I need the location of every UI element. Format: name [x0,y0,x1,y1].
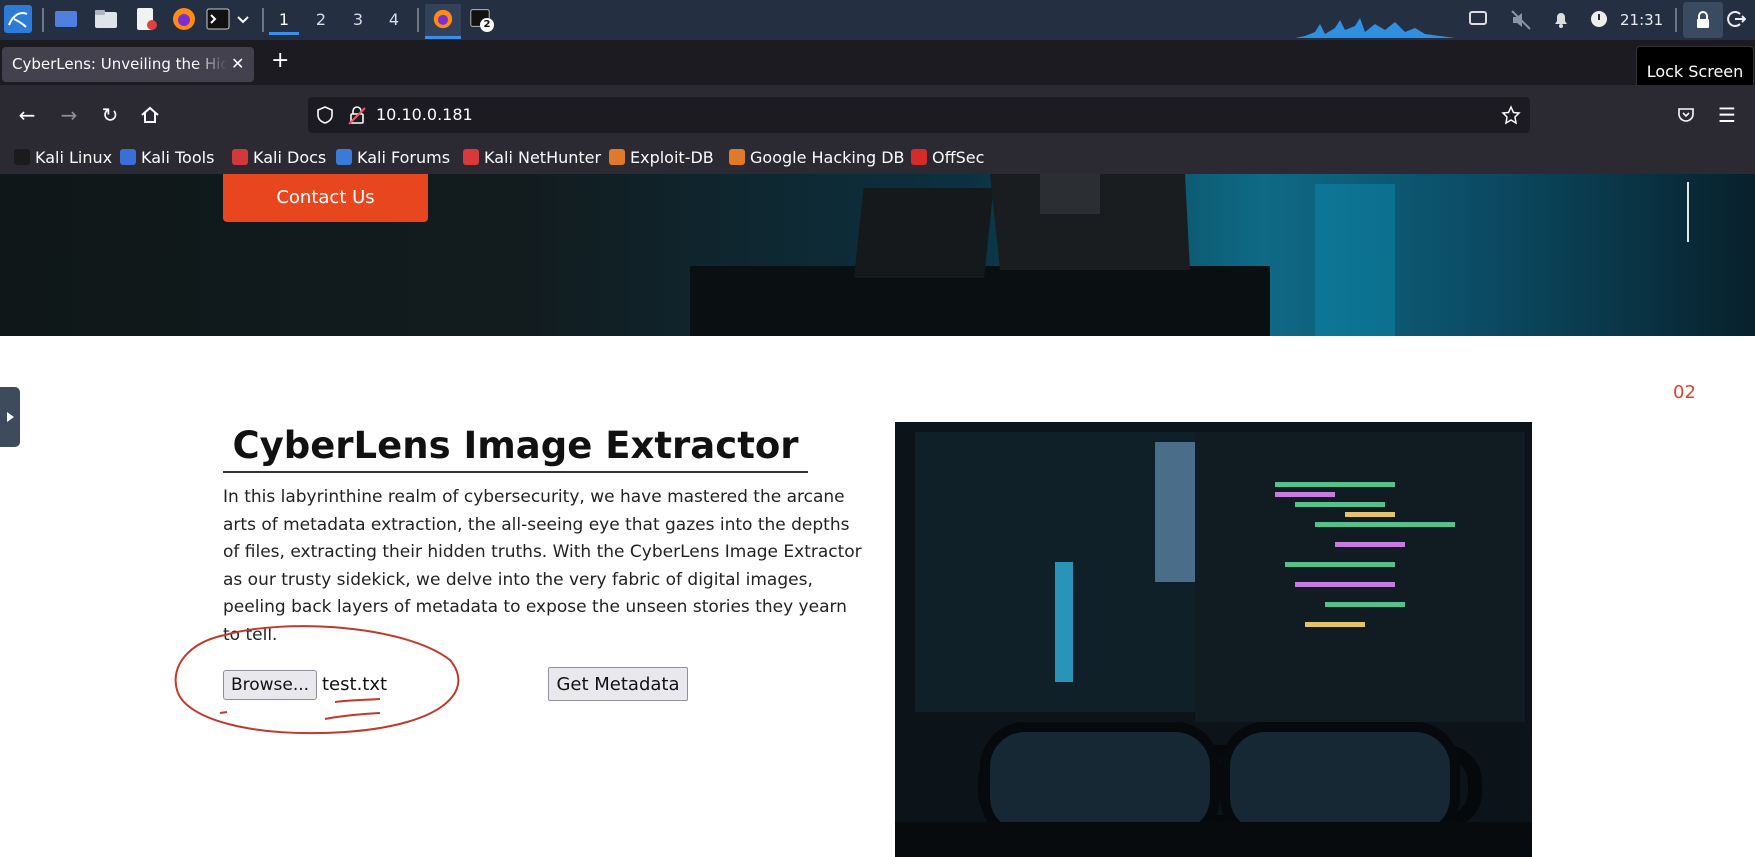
get-metadata-button[interactable]: Get Metadata [548,667,688,701]
kali-nethunter-icon [463,149,479,165]
home-icon[interactable] [140,105,160,125]
tab-title: CyberLens: Unveiling the Hidden Matrix [12,55,227,73]
bookmark-kali-linux[interactable]: Kali Linux [14,148,112,167]
bookmark-kali-nethunter[interactable]: Kali NetHunter [463,148,601,167]
section-number: 02 [1673,382,1696,403]
text-editor-icon[interactable] [134,7,158,31]
annotation-circle [174,625,460,735]
kali-docs-icon [232,149,248,165]
sidebar-handle[interactable] [0,387,20,447]
workspace-3[interactable]: 3 [343,8,373,32]
bookmark-exploit-db[interactable]: Exploit-DB [609,148,714,167]
taskbar-terminal-window[interactable]: 2 [470,8,496,34]
play-arrow-icon [7,412,14,422]
page-title: CyberLens Image Extractor [223,424,808,473]
navigation-bar: ← → ↻ 10.10.0.181 ☰ [0,85,1755,144]
code-screen-image [895,422,1532,857]
kali-menu-icon[interactable] [4,5,32,33]
logout-icon[interactable] [1726,9,1746,29]
workspace-4[interactable]: 4 [379,8,409,32]
url-text[interactable]: 10.10.0.181 [376,105,473,124]
clock[interactable]: 21:31 [1620,8,1663,32]
window-count-badge: 2 [480,18,494,32]
url-bar[interactable]: 10.10.0.181 [308,97,1530,133]
forward-icon[interactable]: → [57,103,81,127]
bookmarks-toolbar: Kali Linux Kali Tools Kali Docs Kali For… [0,144,1755,174]
cpu-graph [1295,18,1455,38]
volume-muted-icon[interactable] [1510,9,1532,31]
bookmark-star-icon[interactable] [1501,105,1521,125]
display-icon[interactable] [1468,9,1488,29]
notification-bell-icon[interactable] [1551,9,1571,29]
kali-forums-icon [336,149,352,165]
tab-strip: CyberLens: Unveiling the Hidden Matrix ✕ [0,40,1755,85]
show-desktop-icon[interactable] [54,7,78,31]
firefox-icon[interactable] [172,7,196,31]
power-manager-icon[interactable] [1590,10,1608,28]
contact-us-button[interactable]: Contact Us [223,174,428,222]
new-tab-button[interactable]: + [271,48,289,73]
browser-tab[interactable]: CyberLens: Unveiling the Hidden Matrix ✕ [2,47,254,82]
firefox-icon [433,9,453,29]
hero-banner-image: Contact Us [0,174,1755,336]
kali-tools-icon [120,149,136,165]
chevron-down-icon[interactable] [236,7,250,31]
bookmark-kali-tools[interactable]: Kali Tools [120,148,214,167]
pocket-icon[interactable] [1676,105,1696,125]
taskbar: 1 2 3 4 2 21:31 [0,0,1755,40]
bookmark-offsec[interactable]: OffSec [911,148,984,167]
insecure-lock-icon[interactable] [348,105,366,125]
taskbar-firefox-window[interactable] [425,4,461,39]
reload-icon[interactable]: ↻ [98,103,122,127]
kali-linux-icon [14,149,30,165]
tracking-shield-icon[interactable] [316,106,334,124]
offsec-icon [911,149,927,165]
monitor-photo [895,422,1532,857]
bookmark-google-hacking-db[interactable]: Google Hacking DB [729,148,905,167]
exploit-db-icon [609,149,625,165]
bookmark-kali-forums[interactable]: Kali Forums [336,148,450,167]
back-icon[interactable]: ← [15,103,39,127]
file-manager-icon[interactable] [94,7,118,31]
lock-icon [1697,11,1709,28]
lock-screen-button[interactable] [1683,2,1723,38]
workspace-1[interactable]: 1 [269,8,299,35]
google-hacking-db-icon [729,149,745,165]
menu-icon[interactable]: ☰ [1715,103,1739,127]
bookmark-kali-docs[interactable]: Kali Docs [232,148,326,167]
close-tab-icon[interactable]: ✕ [231,54,244,73]
workspace-2[interactable]: 2 [306,8,336,32]
terminal-icon[interactable] [206,7,230,31]
